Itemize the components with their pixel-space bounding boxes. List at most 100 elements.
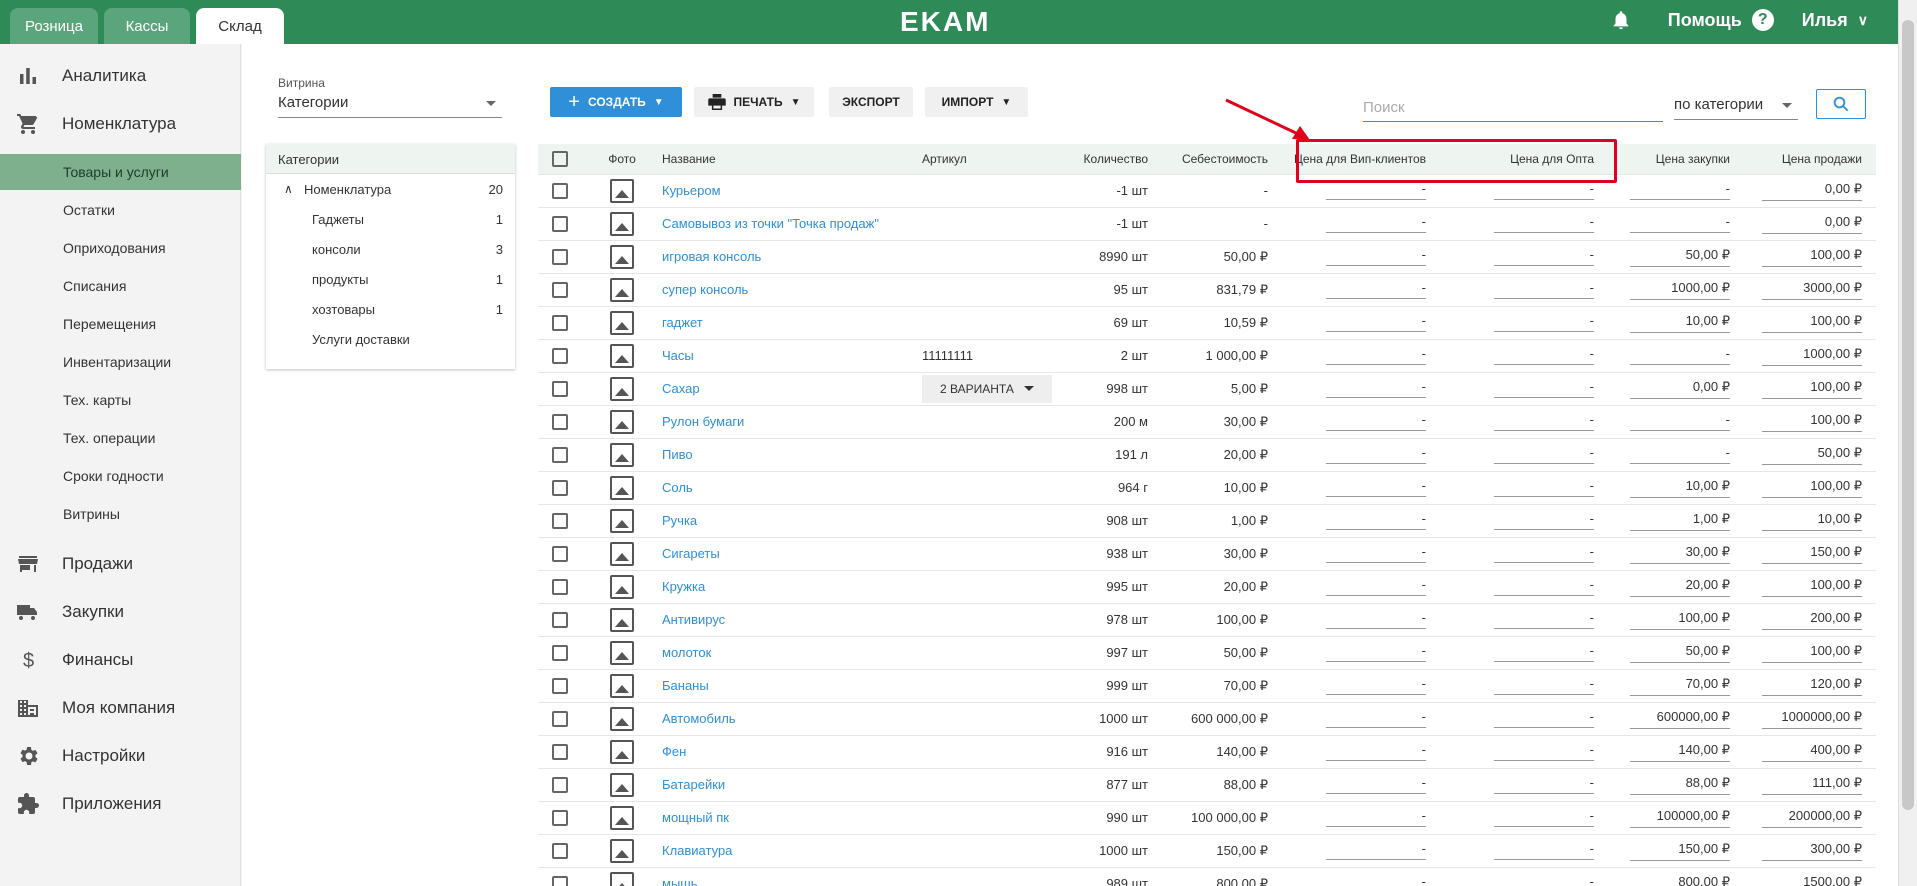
column-name[interactable]: Название xyxy=(662,144,922,174)
sidebar-item-finances[interactable]: $ Финансы xyxy=(0,636,241,684)
wholesale-price-input[interactable]: - xyxy=(1494,247,1594,266)
vip-price-input[interactable]: - xyxy=(1326,577,1426,596)
product-link[interactable]: Антивирус xyxy=(662,612,725,627)
sale-price-input[interactable]: 50,00 ₽ xyxy=(1762,445,1862,465)
row-checkbox-cell[interactable] xyxy=(538,635,582,669)
row-checkbox-cell[interactable] xyxy=(538,503,582,537)
table-row[interactable]: молоток 997 шт 50,00 ₽ - -50,00 ₽100,00 ₽ xyxy=(538,635,1876,669)
sale-price-input[interactable]: 400,00 ₽ xyxy=(1762,742,1862,762)
checkbox[interactable] xyxy=(552,776,568,793)
wholesale-price-input[interactable]: - xyxy=(1494,181,1594,200)
vip-price-input[interactable]: - xyxy=(1326,808,1426,827)
checkbox[interactable] xyxy=(552,380,568,397)
checkbox[interactable] xyxy=(552,347,568,364)
help-link[interactable]: Помощь xyxy=(1668,10,1742,31)
vip-price-input[interactable]: - xyxy=(1326,214,1426,233)
checkbox[interactable] xyxy=(552,842,568,859)
row-checkbox-cell[interactable] xyxy=(538,569,582,603)
row-checkbox-cell[interactable] xyxy=(538,800,582,834)
product-link[interactable]: мощный пк xyxy=(662,810,729,825)
search-mode-select[interactable]: по категории xyxy=(1674,90,1798,120)
sale-price-input[interactable]: 300,00 ₽ xyxy=(1762,841,1862,861)
purchase-price-input[interactable]: 100,00 ₽ xyxy=(1630,610,1730,630)
vip-price-input[interactable]: - xyxy=(1326,709,1426,728)
checkbox[interactable] xyxy=(552,809,568,826)
wholesale-price-input[interactable]: - xyxy=(1494,841,1594,860)
table-row[interactable]: мощный пк 990 шт 100 000,00 ₽ - - 100000,00 ₽… xyxy=(538,800,1876,834)
sidebar-item-nomenclature[interactable]: Номенклатура xyxy=(0,100,241,148)
wholesale-price-input[interactable]: - xyxy=(1494,445,1594,464)
scrollbar-thumb[interactable] xyxy=(1902,20,1914,810)
sale-price-input[interactable]: 1500,00 ₽ xyxy=(1762,874,1862,886)
checkbox[interactable] xyxy=(552,182,568,199)
vip-price-input[interactable]: - xyxy=(1326,412,1426,431)
row-checkbox-cell[interactable] xyxy=(538,206,582,240)
sale-price-input[interactable]: 100,00 ₽ xyxy=(1762,643,1862,663)
category-item[interactable]: консоли 3 xyxy=(266,234,515,264)
sidebar-item-apps[interactable]: Приложения xyxy=(0,780,241,828)
tab-cash-registers[interactable]: Кассы xyxy=(104,8,190,44)
table-row[interactable]: супер консоль 95 шт 831,79 ₽ - - 1000,00 ₽ 300… xyxy=(538,272,1876,306)
table-row[interactable]: Сахар 2 ВАРИАНТА 998 шт 5,00 ₽ - - 0,00 ₽ 100,0… xyxy=(538,371,1876,405)
column-quantity[interactable]: Количество xyxy=(1062,144,1162,174)
sidebar-item-tech-operations[interactable]: Тех. операции xyxy=(0,420,241,456)
row-checkbox-cell[interactable] xyxy=(538,602,582,636)
bell-icon[interactable] xyxy=(1610,8,1632,32)
row-checkbox-cell[interactable] xyxy=(538,470,582,504)
checkbox[interactable] xyxy=(552,743,568,760)
image-placeholder-icon[interactable] xyxy=(610,607,634,632)
image-placeholder-icon[interactable] xyxy=(610,541,634,566)
table-row[interactable]: Сигареты 938 шт 30,00 ₽ - -30,00 ₽150,00 ₽ xyxy=(538,536,1876,570)
row-checkbox-cell[interactable] xyxy=(538,833,582,867)
image-placeholder-icon[interactable] xyxy=(610,277,634,302)
purchase-price-input[interactable]: - xyxy=(1630,346,1730,365)
purchase-price-input[interactable]: 600000,00 ₽ xyxy=(1630,709,1730,729)
table-row[interactable]: Рулон бумаги 200 м 30,00 ₽ - - - 100,00 ₽ xyxy=(538,404,1876,438)
sidebar-item-stock[interactable]: Остатки xyxy=(0,192,241,228)
vip-price-input[interactable]: - xyxy=(1326,643,1426,662)
image-placeholder-icon[interactable] xyxy=(610,442,634,467)
product-link[interactable]: Кружка xyxy=(662,579,705,594)
product-link[interactable]: Самовывоз из точки "Точка продаж" xyxy=(662,216,879,231)
vip-price-input[interactable]: - xyxy=(1326,280,1426,299)
row-checkbox-cell[interactable] xyxy=(538,536,582,570)
product-link[interactable]: игровая консоль xyxy=(662,249,761,264)
wholesale-price-input[interactable]: - xyxy=(1494,577,1594,596)
user-menu[interactable]: Илья xyxy=(1802,10,1848,31)
create-button[interactable]: + СОЗДАТЬ ▼ xyxy=(550,87,682,117)
sale-price-input[interactable]: 200000,00 ₽ xyxy=(1762,808,1862,828)
purchase-price-input[interactable]: 50,00 ₽ xyxy=(1630,247,1730,267)
checkbox[interactable] xyxy=(552,644,568,661)
image-placeholder-icon[interactable] xyxy=(610,409,634,434)
image-placeholder-icon[interactable] xyxy=(610,805,634,830)
print-button[interactable]: ПЕЧАТЬ ▼ xyxy=(694,87,814,117)
column-wholesale-price[interactable]: Цена для Опта xyxy=(1440,144,1608,174)
wholesale-price-input[interactable]: - xyxy=(1494,610,1594,629)
table-row[interactable]: Антивирус 978 шт 100,00 ₽ - -100,00 ₽200,00 … xyxy=(538,602,1876,636)
sale-price-input[interactable]: 111,00 ₽ xyxy=(1762,775,1862,795)
column-vip-price[interactable]: Цена для Вип-клиентов xyxy=(1282,144,1440,174)
export-button[interactable]: ЭКСПОРТ xyxy=(829,87,913,117)
product-link[interactable]: Фен xyxy=(662,744,686,759)
purchase-price-input[interactable]: - xyxy=(1630,445,1730,464)
row-checkbox-cell[interactable] xyxy=(538,701,582,735)
purchase-price-input[interactable]: - xyxy=(1630,181,1730,200)
sale-price-input[interactable]: 1000000,00 ₽ xyxy=(1762,709,1862,729)
product-link[interactable]: Ручка xyxy=(662,513,697,528)
product-link[interactable]: Батарейки xyxy=(662,777,725,792)
wholesale-price-input[interactable]: - xyxy=(1494,709,1594,728)
sale-price-input[interactable]: 100,00 ₽ xyxy=(1762,577,1862,597)
checkbox[interactable] xyxy=(552,479,568,496)
image-placeholder-icon[interactable] xyxy=(610,343,634,368)
wholesale-price-input[interactable]: - xyxy=(1494,511,1594,530)
row-checkbox-cell[interactable] xyxy=(538,404,582,438)
image-placeholder-icon[interactable] xyxy=(610,772,634,797)
sale-price-input[interactable]: 10,00 ₽ xyxy=(1762,511,1862,531)
column-purchase-price[interactable]: Цена закупки xyxy=(1608,144,1744,174)
wholesale-price-input[interactable]: - xyxy=(1494,742,1594,761)
table-row[interactable]: Курьером -1 шт - - - -0,00 ₽ xyxy=(538,173,1876,207)
page-scrollbar[interactable] xyxy=(1898,0,1917,886)
vip-price-input[interactable]: - xyxy=(1326,247,1426,266)
row-checkbox-cell[interactable] xyxy=(538,866,582,886)
image-placeholder-icon[interactable] xyxy=(610,706,634,731)
